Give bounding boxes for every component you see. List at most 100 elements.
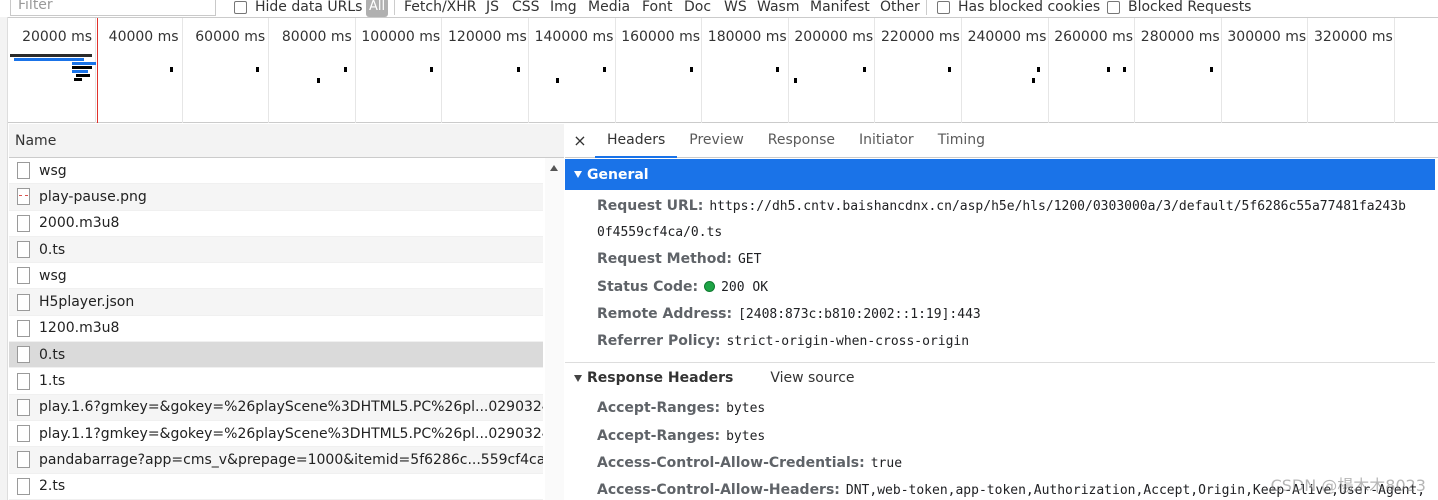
details-tabs: × Headers Preview Response Initiator Tim… (565, 124, 1438, 158)
request-activity-mark (1032, 78, 1035, 83)
timeline-gridline (181, 18, 183, 123)
timeline-tick-label: 240000 ms (967, 29, 1047, 45)
timeline-marker (97, 18, 98, 123)
name-column-header[interactable]: Name (9, 124, 564, 158)
scroll-up-icon[interactable] (550, 165, 558, 171)
request-activity-mark (344, 67, 347, 72)
referrer-policy-row: Referrer Policy: strict-origin-when-cross… (597, 333, 969, 349)
timeline-tick-label: 180000 ms (707, 29, 787, 45)
timeline-gridline (614, 18, 616, 123)
hide-data-urls-checkbox[interactable]: Hide data URLs (234, 0, 362, 15)
request-name: wsg (39, 267, 67, 284)
request-row[interactable]: pandabarrage?app=cms_v&prepage=1000&item… (9, 447, 543, 474)
request-activity-mark (776, 67, 779, 72)
timeline-gridline (1134, 18, 1136, 123)
request-name: wsg (39, 162, 67, 179)
timeline-overview[interactable]: 20000 ms 40000 ms 60000 ms 80000 ms 100000 m… (0, 17, 1438, 123)
request-activity-mark (690, 67, 693, 72)
divider (394, 0, 395, 15)
request-row[interactable]: H5player.json (9, 289, 543, 316)
status-code-key: Status Code: (597, 279, 699, 295)
request-url-row: Request URL: https://dh5.cntv.baishancdnx… (597, 198, 1406, 214)
request-name: 0.ts (39, 346, 66, 363)
response-header-key: Accept-Ranges: (597, 400, 721, 416)
filter-bar: Filter Hide data URLs All Fetch/XHR JS C… (0, 0, 1438, 17)
request-row[interactable]: 0.ts (9, 236, 543, 264)
filter-input[interactable]: Filter (10, 0, 216, 16)
referrer-policy-value: strict-origin-when-cross-origin (726, 334, 970, 349)
request-activity-bar (14, 58, 84, 61)
checkbox-icon[interactable] (937, 0, 950, 14)
request-method-row: Request Method: GET (597, 251, 761, 267)
type-filter-doc[interactable]: Doc (684, 0, 711, 16)
type-filter-wasm[interactable]: Wasm (757, 0, 799, 16)
has-blocked-cookies-checkbox[interactable]: Has blocked cookies (937, 0, 1100, 15)
request-url-value-cont: 0f4559cf4ca/0.ts (597, 225, 723, 240)
file-icon (17, 319, 30, 337)
type-filter-other[interactable]: Other (880, 0, 920, 16)
checkbox-icon[interactable] (1107, 0, 1120, 14)
blocked-requests-checkbox[interactable]: Blocked Requests (1107, 0, 1251, 15)
view-source-link[interactable]: View source (770, 370, 854, 386)
timeline-tick-label: 140000 ms (534, 29, 614, 45)
file-icon (17, 293, 30, 311)
tab-preview[interactable]: Preview (677, 124, 756, 158)
general-section-header[interactable]: General (565, 159, 1435, 190)
request-name: 1200.m3u8 (39, 320, 120, 337)
timeline-tick-label: 100000 ms (361, 29, 441, 45)
image-icon (17, 188, 30, 206)
timeline-gridline (1220, 18, 1222, 123)
file-icon (17, 425, 30, 443)
timeline-tick-label: 220000 ms (881, 29, 960, 45)
response-header-row: Access-Control-Allow-Credentials: true (597, 455, 902, 471)
divider (926, 0, 927, 15)
tab-timing[interactable]: Timing (926, 124, 997, 158)
timeline-tick-label: 300000 ms (1227, 29, 1307, 45)
type-filter-ws[interactable]: WS (724, 0, 747, 16)
close-icon[interactable]: × (565, 131, 595, 150)
request-row[interactable]: play.1.1?gmkey=&gokey=%26playScene%3DHTM… (9, 421, 543, 448)
type-filter-fetch-xhr[interactable]: Fetch/XHR (404, 0, 477, 16)
remote-address-key: Remote Address: (597, 306, 733, 322)
response-header-key: Access-Control-Allow-Credentials: (597, 455, 865, 471)
request-row[interactable]: play-pause.png (9, 184, 543, 211)
file-icon (17, 451, 30, 469)
type-filter-css[interactable]: CSS (512, 0, 540, 16)
expand-triangle-icon[interactable] (574, 374, 582, 382)
type-filter-manifest[interactable]: Manifest (810, 0, 870, 16)
type-filter-font[interactable]: Font (642, 0, 672, 16)
checkbox-icon[interactable] (234, 0, 247, 14)
timeline-gridline (1307, 18, 1309, 123)
request-row[interactable]: wsg (9, 158, 543, 185)
request-activity-mark (863, 67, 866, 72)
response-headers-section-header[interactable]: Response Headers View source (565, 362, 1435, 393)
request-activity-mark (603, 67, 606, 72)
tab-headers[interactable]: Headers (595, 124, 678, 158)
request-row[interactable]: wsg (9, 263, 543, 290)
request-row[interactable]: 2000.m3u8 (9, 211, 543, 237)
request-row[interactable]: 2.ts (9, 474, 543, 500)
response-header-value: bytes (726, 401, 766, 416)
request-activity-mark (556, 78, 559, 83)
response-header-key: Access-Control-Allow-Headers: (597, 482, 840, 498)
request-list-scrollbar[interactable] (545, 158, 564, 500)
request-name: 1.ts (39, 373, 66, 390)
request-activity-bar (10, 54, 92, 57)
type-filter-all[interactable]: All (366, 0, 388, 17)
timeline-gridline (701, 18, 703, 123)
request-method-value: GET (737, 252, 762, 267)
request-row[interactable]: 1.ts (9, 368, 543, 395)
type-filter-media[interactable]: Media (588, 0, 630, 16)
timeline-gridline (787, 18, 789, 123)
type-filter-js[interactable]: JS (486, 0, 499, 16)
request-activity-mark (794, 78, 797, 83)
request-activity-mark (256, 67, 259, 72)
request-row[interactable]: 1200.m3u8 (9, 316, 543, 343)
request-row[interactable]: 0.ts (9, 342, 543, 369)
request-row[interactable]: play.1.6?gmkey=&gokey=%26playScene%3DHTM… (9, 394, 543, 421)
tab-initiator[interactable]: Initiator (847, 124, 926, 158)
request-activity-bar (74, 78, 82, 81)
expand-triangle-icon[interactable] (574, 171, 582, 178)
type-filter-img[interactable]: Img (550, 0, 577, 16)
tab-response[interactable]: Response (756, 124, 847, 158)
